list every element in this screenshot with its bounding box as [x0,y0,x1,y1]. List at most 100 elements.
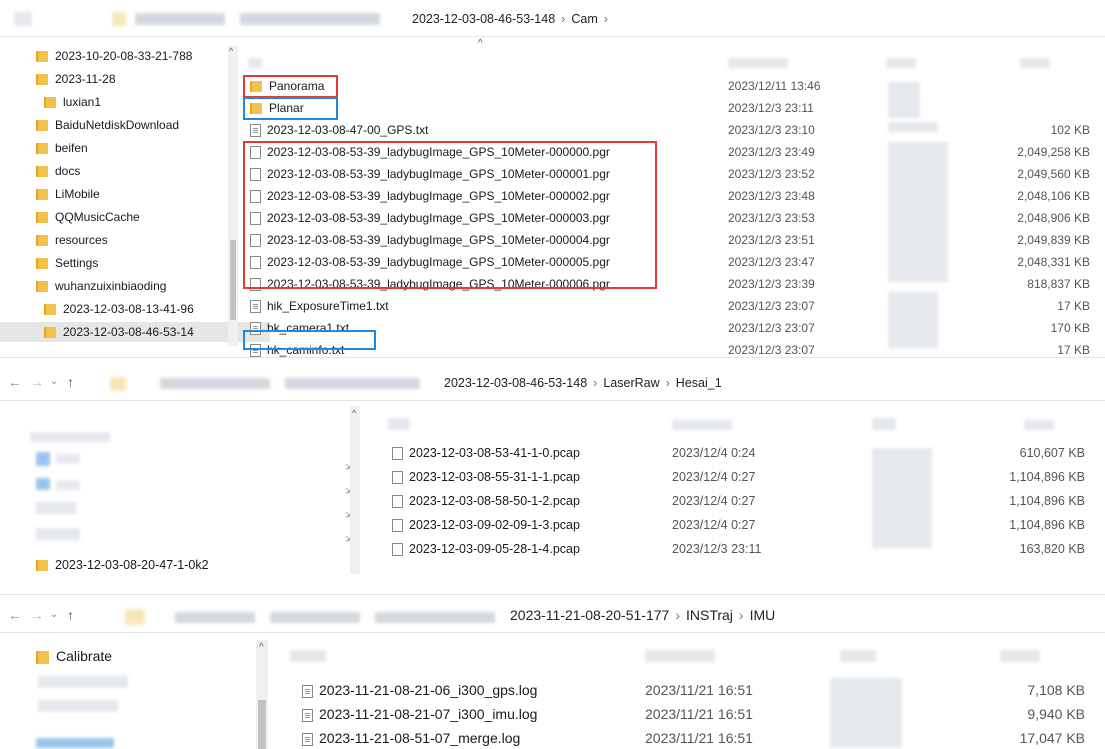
sidebar-item-label: beifen [55,141,88,155]
chevron-right-icon: › [675,607,680,623]
file-size: 17 KB [1057,343,1090,357]
file-date: 2023/11/21 16:51 [645,730,753,746]
sidebar-item[interactable]: docs [36,161,224,181]
scroll-up-icon[interactable]: ^ [352,408,356,418]
folder-icon [36,120,48,132]
file-date: 2023/12/3 23:07 [728,299,815,313]
back-arrow-icon[interactable]: ← [8,607,22,623]
sidebar-scroll-thumb[interactable] [258,700,266,749]
recent-dropdown-icon[interactable]: ⌄ [50,376,58,387]
file-row[interactable]: 2023-11-21-08-21-06_i300_gps.log [302,682,537,698]
breadcrumb-sub[interactable]: LaserRaw [603,376,659,390]
folder-icon [36,258,48,270]
up-arrow-icon[interactable]: ↑ [67,607,74,623]
file-date: 2023/12/4 0:27 [672,518,756,532]
file-row[interactable]: 2023-11-21-08-21-07_i300_imu.log [302,706,537,722]
breadcrumb-sub[interactable]: Hesai_1 [676,376,722,390]
breadcrumb: 2023-12-03-08-46-53-148 › LaserRaw › Hesai_1 [444,376,722,390]
file-size: 1,104,896 KB [1009,518,1085,532]
file-size: 2,048,106 KB [1017,189,1090,203]
file-row[interactable]: 2023-12-03-08-55-31-1-1.pcap [392,470,580,485]
breadcrumb-sub[interactable]: IMU [750,607,776,623]
file-date: 2023/12/3 23:11 [672,542,762,556]
file-size: 2,049,258 KB [1017,145,1090,159]
sidebar-item[interactable]: luxian1 [44,92,224,112]
text-file-icon [302,684,313,698]
scroll-up-icon[interactable]: ^ [229,46,233,56]
file-size: 170 KB [1050,321,1090,335]
sidebar-item[interactable]: wuhanzuixinbiaoding [36,276,224,296]
folder-icon [44,97,56,109]
chevron-right-icon: › [561,12,566,26]
sidebar-item[interactable]: 2023-11-28 [36,69,224,89]
forward-arrow-icon[interactable]: → [30,374,44,390]
breadcrumb: 2023-12-03-08-46-53-148 › Cam › [412,12,614,26]
forward-arrow-icon[interactable]: → [30,607,44,623]
folder-icon [36,51,48,63]
file-size: 2,049,560 KB [1017,167,1090,181]
breadcrumb-folder[interactable]: 2023-12-03-08-46-53-148 [444,376,587,390]
file-icon [392,447,403,461]
breadcrumb-folder[interactable]: 2023-11-21-08-20-51-177 [510,607,669,623]
chevron-right-icon[interactable]: › [604,12,608,26]
file-date: 2023/12/11 13:46 [728,79,821,93]
sidebar-item[interactable]: Calibrate [36,648,112,664]
folder-icon [36,281,48,293]
recent-dropdown-icon[interactable]: ⌄ [50,609,58,620]
sidebar-item[interactable]: 2023-10-20-08-33-21-788 [36,46,224,66]
file-row[interactable]: 2023-12-03-09-02-09-1-3.pcap [392,518,580,533]
sidebar-item-label: QQMusicCache [55,210,140,224]
file-name: 2023-11-21-08-51-07_merge.log [319,730,521,746]
chevron-right-icon: › [738,607,744,623]
breadcrumb-sub[interactable]: INSTraj [686,607,733,623]
file-row[interactable]: 2023-11-21-08-51-07_merge.log [302,730,520,746]
file-name: 2023-12-03-08-55-31-1-1.pcap [409,470,580,484]
back-arrow-icon[interactable]: ← [8,374,22,390]
sidebar-item-label: wuhanzuixinbiaoding [55,279,167,293]
file-row[interactable]: 2023-12-03-09-05-28-1-4.pcap [392,542,580,557]
breadcrumb-folder[interactable]: 2023-12-03-08-46-53-148 [412,12,555,26]
chevron-right-icon: › [593,376,598,390]
file-row[interactable]: 2023-12-03-08-47-00_GPS.txt [250,123,429,138]
sidebar-item[interactable]: beifen [36,138,224,158]
file-size: 1,104,896 KB [1009,470,1085,484]
sidebar-item-label: docs [55,164,81,178]
sidebar-item[interactable]: QQMusicCache [36,207,224,227]
sidebar-scrollbar[interactable] [350,406,360,574]
file-row[interactable]: 2023-12-03-08-53-41-1-0.pcap [392,446,580,461]
file-icon [392,519,403,533]
file-name: 2023-12-03-08-53-41-1-0.pcap [409,446,580,460]
file-date: 2023/12/3 23:10 [728,123,815,137]
folder-icon [36,235,48,247]
file-date: 2023/12/3 23:39 [728,277,815,291]
sidebar-scroll-thumb[interactable] [230,240,236,320]
sidebar-item-label: luxian1 [63,95,102,109]
file-row[interactable]: hik_ExposureTime1.txt [250,299,389,314]
file-date: 2023/12/4 0:27 [672,494,756,508]
sidebar-item[interactable]: resources [36,230,224,250]
sidebar-item-label: Settings [55,256,99,270]
breadcrumb-sub[interactable]: Cam [571,12,597,26]
folder-icon [36,212,48,224]
sidebar-item[interactable]: BaiduNetdiskDownload [36,115,224,135]
folder-icon [36,74,48,86]
scroll-up-icon[interactable]: ^ [259,642,264,653]
file-name: 2023-12-03-08-47-00_GPS.txt [267,123,429,137]
caminfo-highlight [243,330,376,350]
file-row[interactable]: 2023-12-03-08-58-50-1-2.pcap [392,494,580,509]
file-size: 7,108 KB [1027,682,1085,698]
file-size: 2,048,331 KB [1017,255,1090,269]
file-name: 2023-12-03-09-02-09-1-3.pcap [409,518,580,532]
sidebar-item[interactable]: Settings [36,253,224,273]
sidebar-item[interactable]: 2023-12-03-08-13-41-96 [44,299,224,319]
sidebar-item[interactable]: LiMobile [36,184,224,204]
file-date: 2023/12/3 23:11 [728,101,814,115]
folder-icon [36,650,49,664]
file-size: 818,837 KB [1027,277,1090,291]
file-name: 2023-12-03-09-05-28-1-4.pcap [409,542,580,556]
sidebar-item[interactable]: 2023-12-03-08-20-47-1-0k2 [36,558,209,572]
file-icon [392,495,403,509]
up-arrow-icon[interactable]: ↑ [67,374,74,390]
folder-icon [44,327,56,339]
sidebar-item-label: 2023-10-20-08-33-21-788 [55,49,193,63]
